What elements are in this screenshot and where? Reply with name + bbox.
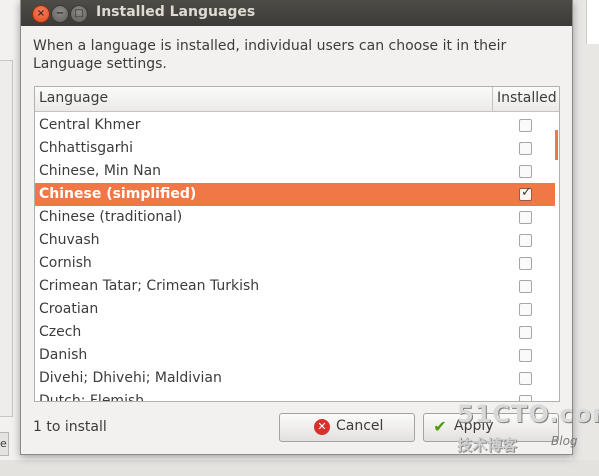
installed-checkbox[interactable] bbox=[519, 349, 532, 362]
language-row[interactable]: Cornish bbox=[35, 252, 555, 275]
language-name: Crimean Tatar; Crimean Turkish bbox=[39, 278, 260, 294]
installed-checkbox[interactable] bbox=[519, 142, 532, 155]
installed-checkbox[interactable] bbox=[519, 257, 532, 270]
language-row[interactable]: Chinese (traditional) bbox=[35, 206, 555, 229]
watermark: 51CTO.com 技术博客 Blog bbox=[455, 400, 599, 460]
language-row[interactable]: Chinese, Min Nan bbox=[35, 160, 555, 183]
language-rows: Central Khmer Chhattisgarhi Chinese, Min N… bbox=[35, 114, 555, 402]
language-name: Chinese (traditional) bbox=[39, 209, 183, 225]
language-row[interactable]: Croatian bbox=[35, 298, 555, 321]
installed-checkbox[interactable] bbox=[519, 211, 532, 224]
installed-checkbox[interactable] bbox=[519, 372, 532, 385]
language-row[interactable]: Chuvash bbox=[35, 229, 555, 252]
background-window-right-strip bbox=[586, 0, 599, 44]
language-list[interactable]: Language Installed Central Khmer Chhattis… bbox=[34, 86, 560, 402]
cancel-button[interactable]: ✕ Cancel bbox=[279, 413, 415, 442]
cancel-icon: ✕ bbox=[314, 419, 330, 435]
title-bar: × − □ Installed Languages bbox=[21, 0, 572, 26]
install-status: 1 to install bbox=[33, 419, 107, 435]
description-text: When a language is installed, individual… bbox=[33, 38, 507, 72]
installed-checkbox[interactable]: ✓ bbox=[519, 185, 532, 201]
column-header-language[interactable]: Language bbox=[39, 90, 108, 106]
checkmark-icon: ✓ bbox=[521, 185, 532, 200]
language-row[interactable]: Danish bbox=[35, 344, 555, 367]
watermark-sub: 技术博客 bbox=[457, 436, 518, 454]
minimize-icon[interactable]: − bbox=[51, 5, 69, 23]
language-name: Cornish bbox=[39, 255, 92, 271]
scrollbar-indicator[interactable] bbox=[555, 130, 558, 160]
background-window-bottom bbox=[0, 460, 599, 476]
checkmark-icon: ✔ bbox=[433, 417, 447, 436]
language-name: Central Khmer bbox=[39, 117, 141, 133]
close-icon[interactable]: × bbox=[32, 5, 50, 23]
language-name: Chinese (simplified) bbox=[39, 186, 197, 202]
language-name: Divehi; Dhivehi; Maldivian bbox=[39, 370, 222, 386]
installed-checkbox[interactable] bbox=[519, 119, 532, 132]
language-name: Croatian bbox=[39, 301, 99, 317]
column-header-installed[interactable]: Installed bbox=[497, 90, 557, 106]
language-name: Danish bbox=[39, 347, 88, 363]
language-row[interactable]: Divehi; Dhivehi; Maldivian bbox=[35, 367, 555, 390]
language-row[interactable]: Central Khmer bbox=[35, 114, 555, 137]
language-row[interactable]: Chhattisgarhi bbox=[35, 137, 555, 160]
language-name: Czech bbox=[39, 324, 82, 340]
language-name: Chuvash bbox=[39, 232, 100, 248]
language-name: Chhattisgarhi bbox=[39, 140, 134, 156]
watermark-blog: Blog bbox=[551, 434, 578, 448]
installed-checkbox[interactable] bbox=[519, 303, 532, 316]
list-header: Language Installed bbox=[35, 87, 559, 112]
installed-checkbox[interactable] bbox=[519, 234, 532, 247]
language-name: Chinese, Min Nan bbox=[39, 163, 162, 179]
language-name: Dutch; Flemish bbox=[39, 393, 145, 402]
installed-languages-dialog: × − □ Installed Languages When a languag… bbox=[20, 0, 573, 455]
language-row[interactable]: Czech bbox=[35, 321, 555, 344]
maximize-icon[interactable]: □ bbox=[70, 5, 88, 23]
installed-checkbox[interactable] bbox=[519, 326, 532, 339]
watermark-main: 51CTO.com bbox=[457, 400, 599, 428]
background-window-panel bbox=[0, 60, 13, 417]
column-divider[interactable] bbox=[492, 87, 493, 111]
cancel-button-label: Cancel bbox=[336, 418, 384, 434]
background-window-button: e bbox=[0, 432, 9, 456]
language-row[interactable]: Chinese (simplified) ✓ bbox=[35, 183, 555, 206]
installed-checkbox[interactable] bbox=[519, 165, 532, 178]
window-title: Installed Languages bbox=[96, 4, 256, 20]
language-row[interactable]: Crimean Tatar; Crimean Turkish bbox=[35, 275, 555, 298]
installed-checkbox[interactable] bbox=[519, 280, 532, 293]
